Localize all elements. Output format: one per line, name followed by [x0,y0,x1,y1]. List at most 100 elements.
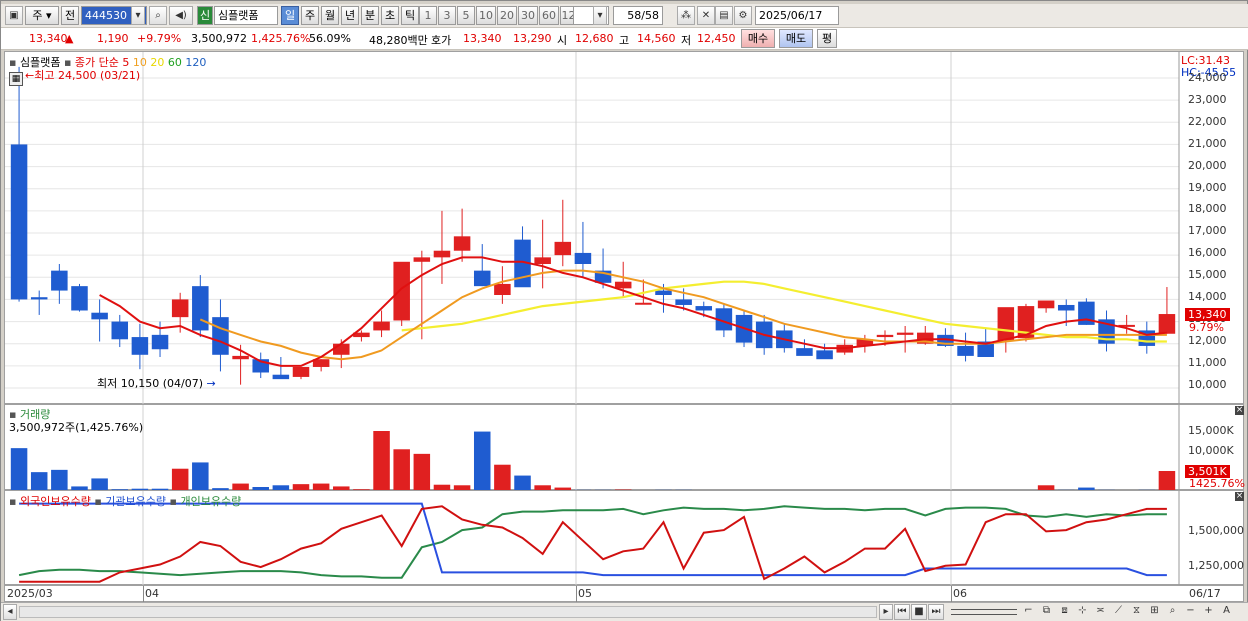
x-label: 06 [953,587,967,600]
line-icon[interactable]: ⟋ [1111,604,1126,620]
price-tick: 10,000 [1188,377,1227,391]
legend-foreign: 외국인보유수량 [19,495,91,508]
last-icon[interactable]: ⏭ [928,604,944,620]
price-tick: 11,000 [1188,355,1227,369]
candle-body [997,307,1015,341]
zoom-icon[interactable]: ⌕ [1165,604,1180,620]
x-divider [576,586,577,603]
price-tick: 12,000 [1188,333,1227,347]
stock-badge: 신 [197,6,213,25]
calendar-icon[interactable]: ▦ [9,72,23,86]
candle-body [1037,300,1055,309]
volume-note: 3,500,972주(1,425.76%) [9,421,144,434]
select-icon[interactable]: ⌐ [1021,604,1036,620]
period-button-2[interactable]: 월 [321,6,339,25]
quote-change: 1,190 [97,32,129,45]
interval-button-6[interactable]: 60 [539,6,559,25]
candle-body [453,236,471,251]
price-panel[interactable]: ▪ 심플랫폼 ▪ 종가 단순 5 10 20 60 120 ←최고 24,500… [4,51,1244,405]
quote-high: 14,560 [637,32,676,45]
x-divider [951,586,952,603]
save-icon[interactable]: ▤ [715,6,733,25]
scroll-left-icon[interactable]: ◂ [3,604,17,620]
candle-body [10,144,28,300]
x-end-label: 06/17 [1189,587,1221,600]
zoom-out-icon[interactable]: − [1183,604,1198,620]
candle-body [212,317,229,355]
interval-button-5[interactable]: 30 [518,6,538,25]
window-icon[interactable]: ⧈ [1057,604,1072,620]
interval-button-3[interactable]: 10 [476,6,496,25]
sound-icon[interactable]: ◀) [169,6,193,25]
link-icon[interactable]: ⁂ [677,6,695,25]
price-tick: 16,000 [1188,246,1227,260]
candle-body [473,270,491,287]
volume-bar [1158,470,1176,491]
candle-body [574,252,592,264]
high-label: 고 [619,34,630,47]
search-icon[interactable]: ⌕ [149,6,167,25]
candle-body [111,321,129,340]
candle-body [51,270,68,291]
period-button-1[interactable]: 주 [301,6,319,25]
interval-button-4[interactable]: 20 [497,6,517,25]
candle-body [1057,304,1075,311]
main-toolbar: ▣ 주 ▾ 전 444530 ▾ ⌕ ◀) 신 심플랫폼 일주월년분초틱 135… [1,4,1248,28]
interval-dropdown-icon[interactable]: ▾ [593,6,607,25]
period-select[interactable]: 주 ▾ [25,6,59,25]
stock-name-field[interactable]: 심플랫폼 [214,6,278,25]
candle-body [614,281,632,289]
low-note: 최저 10,150 (04/07) → [97,377,216,390]
legend-retail: 개인보유수량 [180,495,242,508]
stop-icon[interactable]: ■ [911,604,927,620]
volume-bar [494,464,511,491]
price-tick: 24,000 [1188,71,1227,84]
draw-tool-icon[interactable]: ✕ [697,6,715,25]
copy-icon[interactable]: ⧉ [1039,604,1054,620]
first-icon[interactable]: ⏮ [894,604,910,620]
period-button-3[interactable]: 년 [341,6,359,25]
grid-icon[interactable]: ⊞ [1147,604,1162,620]
period-button-0[interactable]: 일 [281,6,299,25]
interval-button-1[interactable]: 3 [438,6,456,25]
volume-panel[interactable]: ▪ 거래량 3,500,972주(1,425.76%) 15,000K 10,0… [4,404,1245,491]
volume-bar [473,431,491,491]
x-label: 04 [145,587,159,600]
zoom-slider[interactable] [951,609,1017,615]
trend-icon[interactable]: ≍ [1093,604,1108,620]
bottom-toolbar: ◂ ▸ ⏮ ■ ⏭ ⌐ ⧉ ⧈ ⊹ ≍ ⟋ ⧖ ⊞ ⌕ − + A [1,602,1248,621]
institution-line [19,502,1167,577]
volume-bar [514,475,531,491]
volume-bar [192,462,209,491]
code-dropdown-icon[interactable]: ▾ [131,6,145,25]
quote-change-pct: +9.79% [137,32,182,45]
crosshair-icon[interactable]: ⊹ [1075,604,1090,620]
hold-tick: 1,500,000 [1188,524,1244,537]
scrollbar-track[interactable] [19,606,877,618]
candle-body [131,337,149,355]
scroll-right-icon[interactable]: ▸ [879,604,893,620]
gear-icon[interactable]: ⚙ [734,6,752,25]
window-icon[interactable]: ▣ [5,6,23,25]
zoom-in-icon[interactable]: + [1201,604,1216,620]
interval-button-0[interactable]: 1 [419,6,437,25]
sell-button[interactable]: 매도 [779,29,813,48]
candle-body [695,306,713,311]
period-button-4[interactable]: 분 [361,6,379,25]
chart-window: ▣ 주 ▾ 전 444530 ▾ ⌕ ◀) 신 심플랫폼 일주월년분초틱 135… [0,0,1248,621]
panel-close-icon[interactable]: × [1235,492,1244,501]
volume-bar [51,469,68,491]
price-tick: 15,000 [1188,268,1227,282]
eval-button[interactable]: 평 [817,29,837,48]
prev-button[interactable]: 전 [61,6,79,25]
open-label: 시 [557,34,568,47]
interval-button-2[interactable]: 5 [457,6,475,25]
period-button-6[interactable]: 틱 [401,6,419,25]
panel-close-icon[interactable]: × [1235,406,1244,415]
holdings-panel[interactable]: ▪ 외국인보유수량 ▪ 기관보유수량 ▪ 개인보유수량 1,500,000 1,… [4,490,1244,586]
date-field[interactable]: 2025/06/17 [755,6,839,25]
buy-button[interactable]: 매수 [741,29,775,48]
compare-icon[interactable]: ⧖ [1129,604,1144,620]
text-icon[interactable]: A [1219,604,1234,620]
period-button-5[interactable]: 초 [381,6,399,25]
